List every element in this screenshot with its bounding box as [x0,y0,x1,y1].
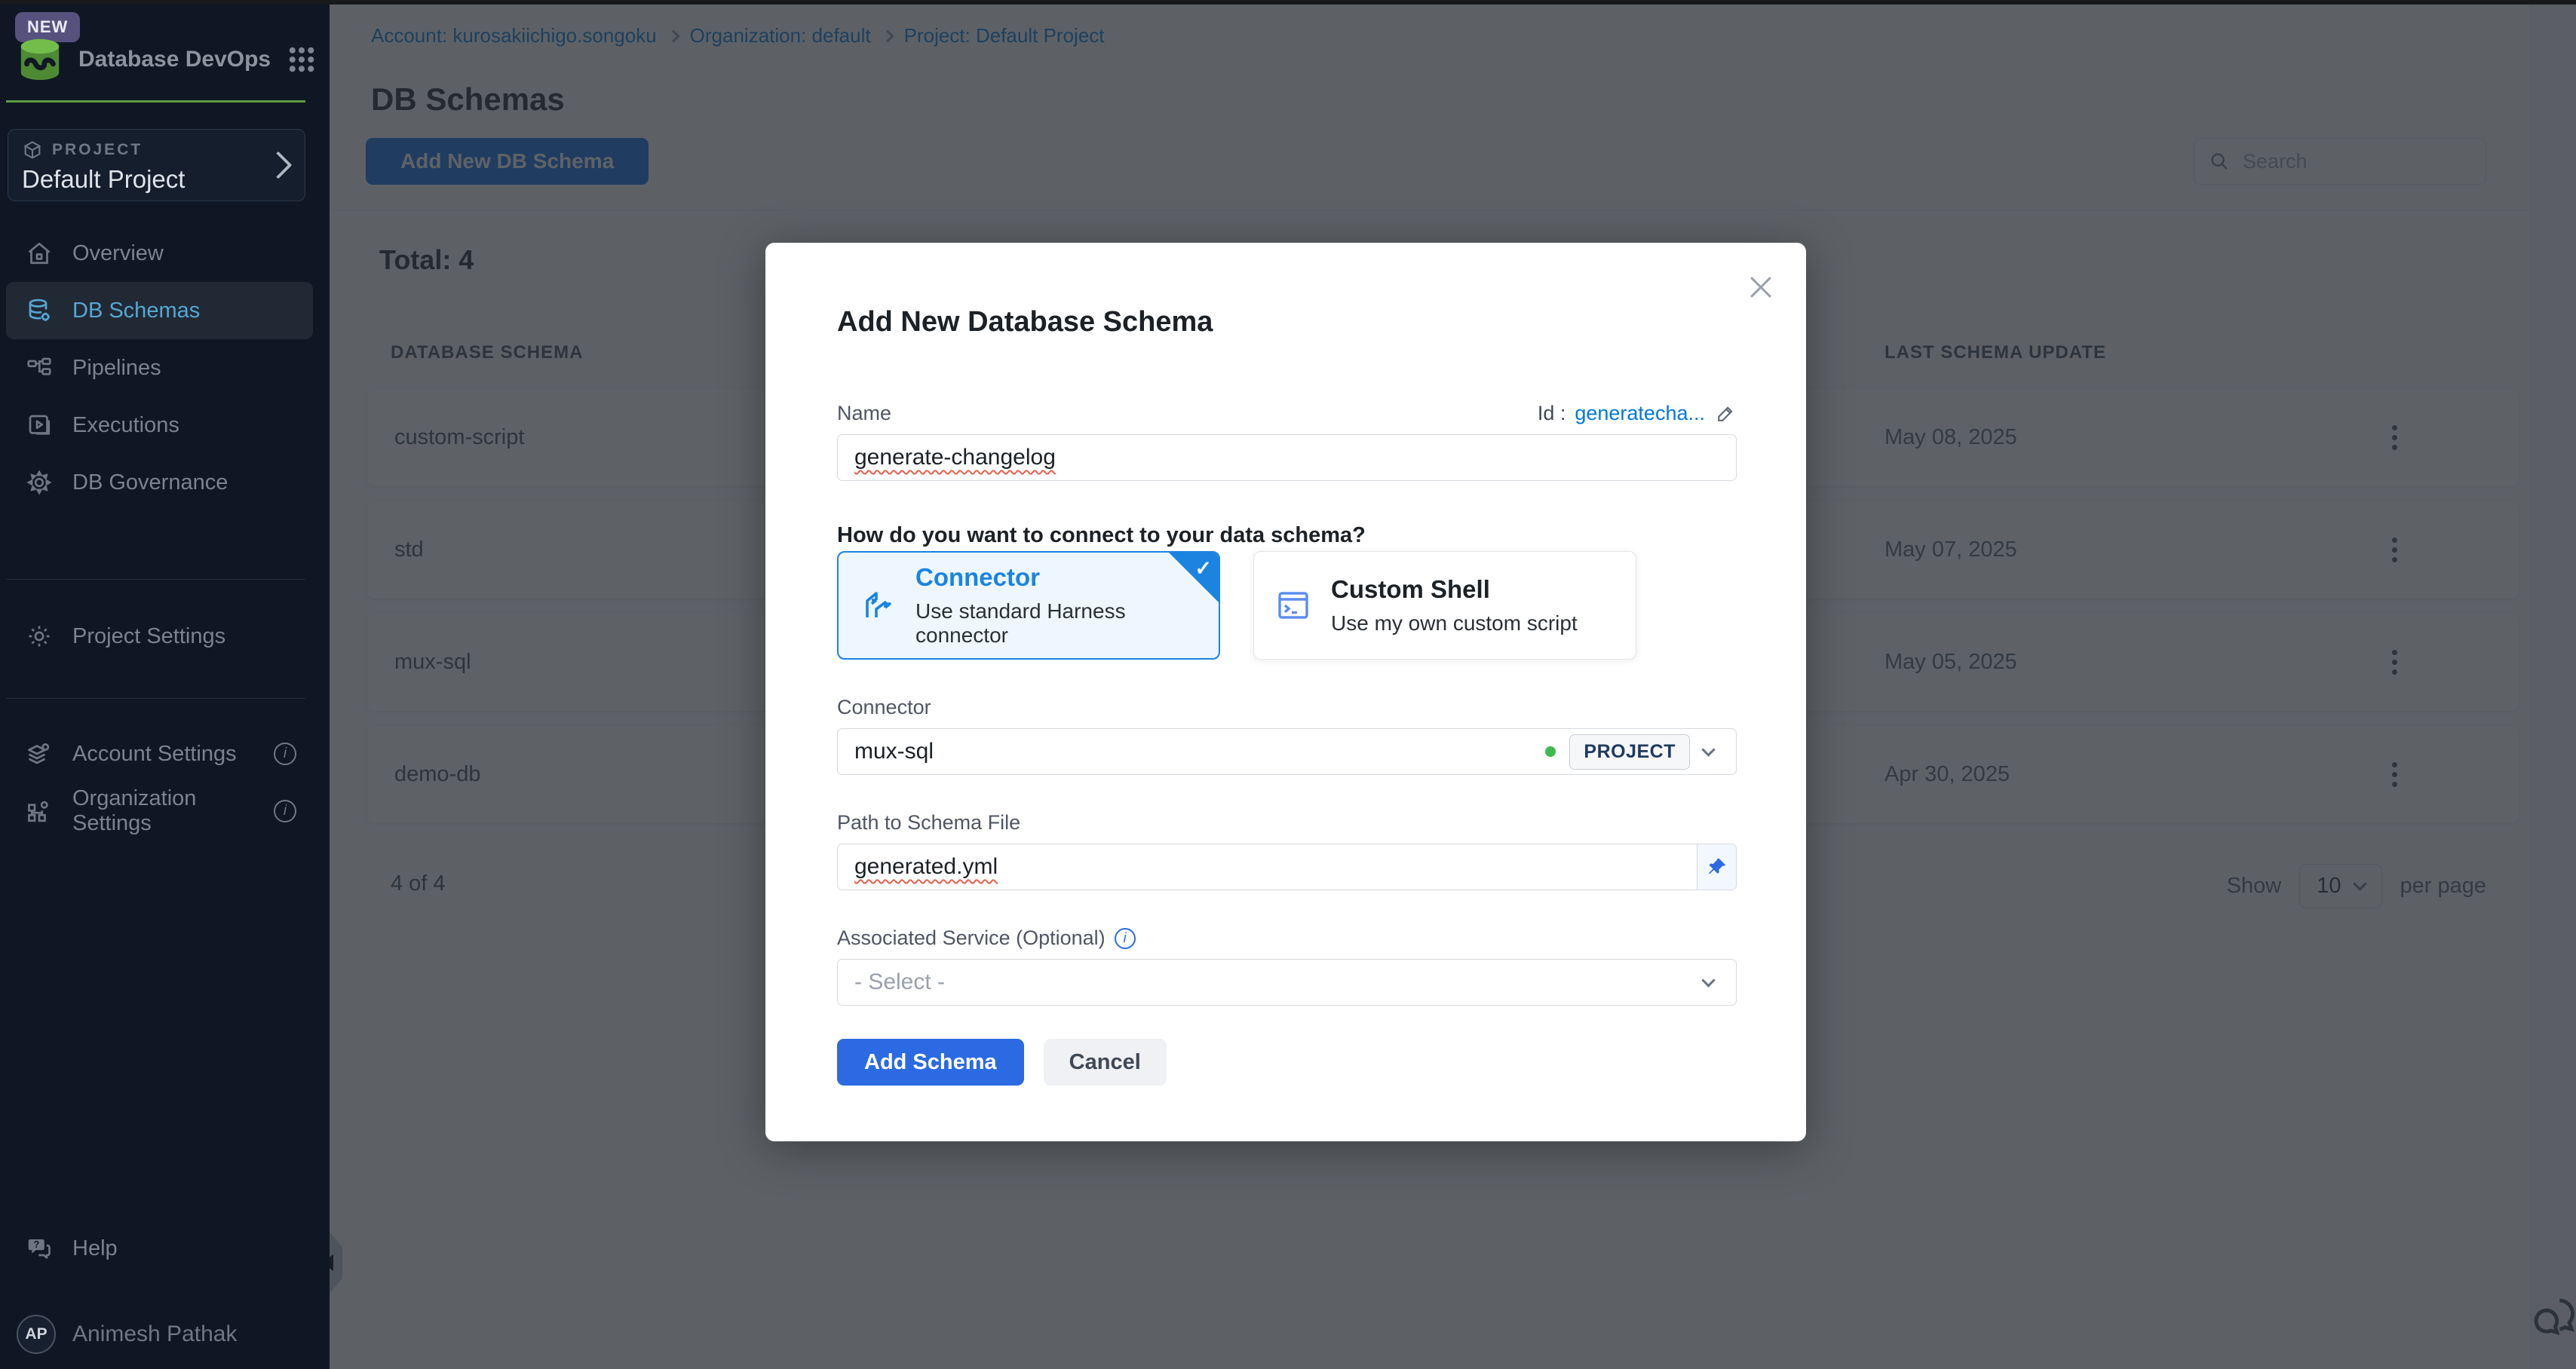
connector-value: mux-sql [854,739,934,764]
check-icon: ✓ [1194,557,1212,580]
modal-title: Add New Database Schema [837,306,1737,338]
pin-button[interactable] [1697,844,1736,890]
sidebar-item-organization-settings[interactable]: Organization Settings i [6,783,313,840]
terminal-icon [1275,587,1311,623]
id-prefix: Id : [1538,402,1566,425]
info-icon[interactable]: i [274,800,296,822]
sidebar-item-project-settings[interactable]: Project Settings [6,608,313,665]
path-label: Path to Schema File [837,811,1737,835]
user-profile[interactable]: AP Animesh Pathak [17,1315,313,1354]
name-value: generate-changelog [854,445,1056,470]
browser-top-edge [0,0,2576,5]
sidebar-item-help[interactable]: ? Help [6,1220,313,1277]
name-input[interactable]: generate-changelog [837,434,1737,481]
user-name: Animesh Pathak [72,1322,237,1347]
cancel-button[interactable]: Cancel [1044,1039,1167,1086]
option-card-connector[interactable]: ✓ Connector Use standard Harness connect… [837,551,1220,660]
sidebar-item-label: Project Settings [72,624,225,649]
project-label: PROJECT [52,141,143,159]
gear-icon [26,623,53,650]
add-schema-modal: Add New Database Schema Name Id : genera… [765,243,1806,1141]
sidebar-item-overview[interactable]: Overview [6,225,313,282]
module-grid-icon[interactable] [286,44,317,75]
db-schema-icon [26,297,53,324]
sidebar-item-label: DB Governance [72,470,228,495]
sidebar-item-label: Help [72,1236,118,1261]
app-title: Database DevOps [78,47,271,72]
close-icon[interactable] [1740,270,1773,303]
connector-label: Connector [837,696,1737,719]
option-subtitle: Use standard Harness connector [915,599,1219,648]
path-input[interactable]: generated.yml [837,844,1737,890]
svg-text:?: ? [34,1239,40,1250]
sidebar-item-label: Organization Settings [72,786,254,836]
edit-pencil-icon[interactable] [1714,403,1737,425]
database-devops-logo-icon [17,36,63,83]
layers-gear-icon [26,740,53,767]
sidebar-item-account-settings[interactable]: Account Settings i [6,725,313,783]
connector-select[interactable]: mux-sql PROJECT [837,728,1737,775]
option-card-custom-shell[interactable]: Custom Shell Use my own custom script [1253,551,1636,660]
brand-divider [6,100,305,103]
pushpin-icon [1706,856,1728,878]
governance-gear-icon [26,469,53,496]
org-chart-icon [26,798,53,825]
name-label: Name [837,402,891,425]
id-value-link[interactable]: generatecha... [1575,402,1705,425]
chevron-down-icon [1701,973,1715,987]
avatar: AP [17,1315,56,1354]
project-name: Default Project [22,165,291,194]
connect-question: How do you want to connect to your data … [837,523,1737,548]
sidebar-item-pipelines[interactable]: Pipelines [6,339,313,397]
option-title: Custom Shell [1331,575,1490,603]
pipelines-icon [26,354,53,381]
project-selector[interactable]: PROJECT Default Project [8,129,305,201]
sidebar-item-label: Executions [72,413,179,438]
info-icon[interactable]: i [274,743,296,765]
sidebar-item-executions[interactable]: Executions [6,397,313,454]
add-schema-button[interactable]: Add Schema [837,1039,1024,1086]
sidebar-divider [6,698,305,699]
option-subtitle: Use my own custom script [1331,611,1578,635]
sidebar-item-label: Overview [72,241,164,266]
sidebar-item-label: DB Schemas [72,299,200,323]
project-cube-icon [22,139,43,161]
info-icon[interactable]: i [1115,928,1136,949]
connector-arrows-icon [860,587,896,623]
sidebar-divider [6,579,305,580]
sidebar-item-label: Pipelines [72,356,161,381]
scope-badge: PROJECT [1569,734,1690,770]
help-chat-icon: ? [26,1235,53,1262]
app-window: NEW Database DevOps [0,0,2576,1369]
service-placeholder: - Select - [854,969,945,995]
home-icon [26,240,53,267]
executions-icon [26,412,53,439]
path-value: generated.yml [854,854,998,880]
option-title: Connector [915,563,1040,591]
sidebar-item-label: Account Settings [72,742,237,767]
sidebar: NEW Database DevOps [0,5,330,1369]
sidebar-item-db-schemas[interactable]: DB Schemas [6,282,313,339]
service-select[interactable]: - Select - [837,959,1737,1006]
chevron-down-icon[interactable] [1701,743,1715,756]
service-label: Associated Service (Optional) [837,926,1106,950]
sidebar-item-db-governance[interactable]: DB Governance [6,454,313,511]
status-dot-icon [1545,746,1556,757]
